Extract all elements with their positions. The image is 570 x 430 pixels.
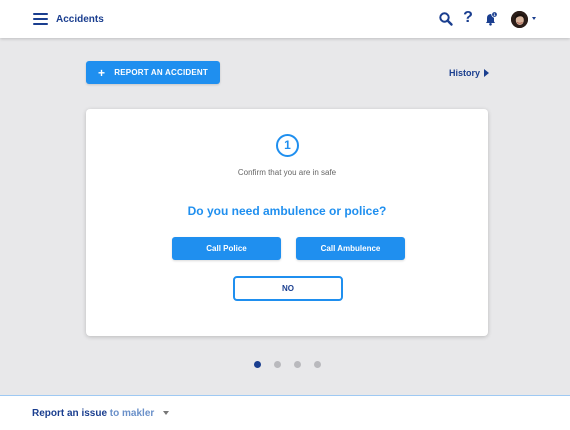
- top-bar: Accidents ? 1: [0, 0, 570, 38]
- pagination-dot-4[interactable]: [314, 361, 321, 368]
- page-title: Accidents: [56, 14, 104, 25]
- pagination-dot-3[interactable]: [294, 361, 301, 368]
- report-issue-prefix: Report an: [32, 408, 79, 419]
- menu-icon[interactable]: [33, 13, 48, 25]
- caret-down-icon[interactable]: [163, 411, 170, 416]
- step-card: 1 Confirm that you are in safe Do you ne…: [86, 109, 488, 336]
- avatar[interactable]: [511, 11, 528, 28]
- call-police-button[interactable]: Call Police: [172, 237, 281, 260]
- no-button[interactable]: NO: [233, 276, 343, 301]
- search-icon[interactable]: [438, 11, 454, 27]
- bell-icon[interactable]: 1: [483, 11, 499, 27]
- caret-right-icon[interactable]: [484, 69, 489, 77]
- help-icon[interactable]: ?: [460, 9, 476, 26]
- pagination-dot-1[interactable]: [254, 361, 261, 368]
- caret-down-icon[interactable]: [532, 17, 536, 20]
- report-issue-link[interactable]: Report an issue to makler: [32, 408, 170, 419]
- step-number: 1: [276, 134, 299, 157]
- step-caption: Confirm that you are in safe: [237, 168, 337, 177]
- question-heading: Do you need ambulence or police?: [187, 204, 387, 218]
- footer: Report an issue to makler: [0, 395, 570, 430]
- report-issue-suffix: to makler: [107, 408, 155, 419]
- call-ambulence-button[interactable]: Call Ambulence: [296, 237, 405, 260]
- history-link[interactable]: History: [449, 68, 480, 78]
- report-accident-label: REPORT AN ACCIDENT: [114, 68, 208, 77]
- report-accident-button[interactable]: + REPORT AN ACCIDENT: [86, 61, 220, 84]
- report-issue-word: issue: [78, 408, 108, 419]
- pagination-dot-2[interactable]: [274, 361, 281, 368]
- plus-icon: +: [98, 65, 106, 80]
